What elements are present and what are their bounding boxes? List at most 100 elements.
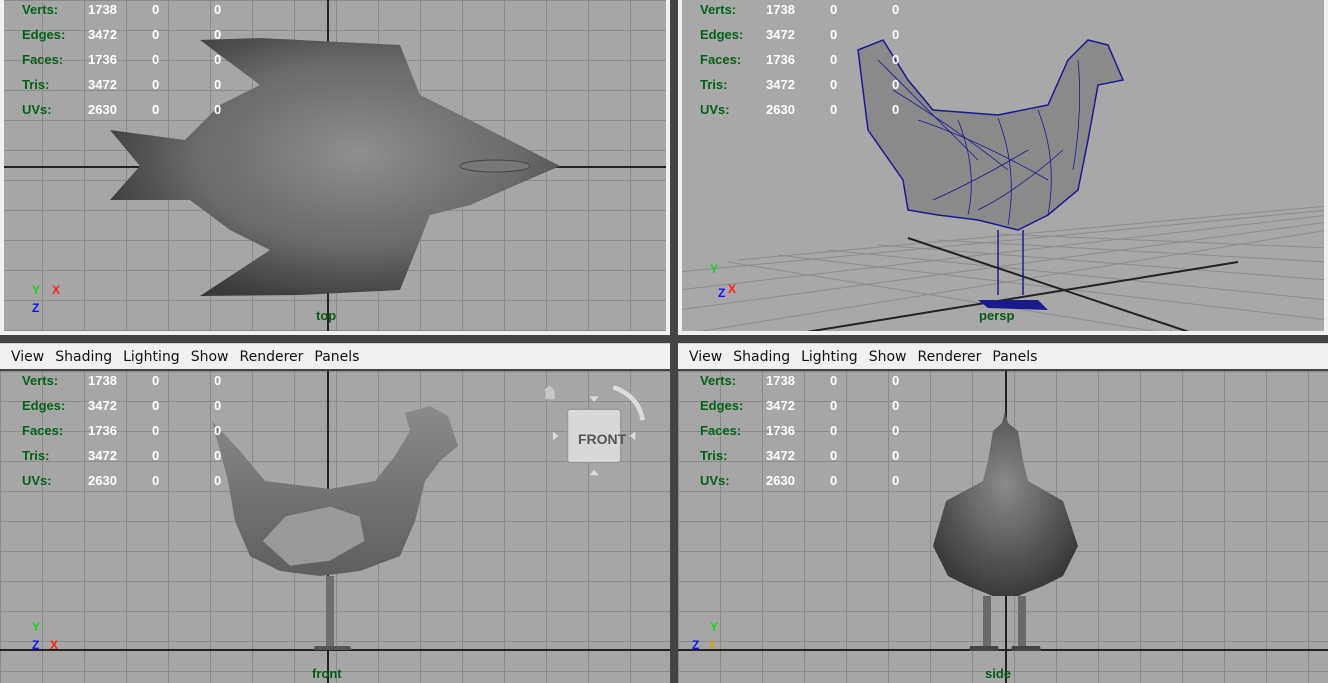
hud-stat-label: UVs:: [22, 102, 52, 117]
viewport-pane-front: View Shading Lighting Show Renderer Pane…: [0, 343, 670, 683]
axis-x-label: X: [728, 282, 737, 296]
hud-stat-value: 0: [152, 2, 160, 17]
viewport-label-front: front: [312, 666, 342, 681]
hud-stat-value: 0: [214, 27, 222, 42]
menu-lighting[interactable]: Lighting: [801, 349, 858, 365]
axis-z-label: Z: [718, 286, 726, 300]
hud-stat-value: 2630: [766, 102, 795, 117]
hud-row-edges: Edges: 3472 0 0: [22, 398, 242, 423]
hud-stat-value: 0: [892, 473, 900, 488]
hud-stat-value: 3472: [88, 77, 117, 92]
poly-count-hud-side: Verts: 1738 0 0 Edges: 3472 0 0 Faces: 1736 0 0 T…: [700, 373, 920, 498]
hud-stat-value: 1738: [766, 373, 795, 388]
hud-stat-value: 0: [830, 373, 838, 388]
hud-stat-value: 0: [214, 398, 222, 413]
hud-stat-value: 0: [152, 102, 160, 117]
hud-stat-value: 3472: [766, 77, 795, 92]
hud-row-uvs: UVs: 2630 0 0: [700, 102, 920, 127]
menu-shading[interactable]: Shading: [733, 349, 790, 365]
axis-gizmo-persp: Y Z X: [710, 262, 750, 302]
hud-stat-value: 0: [214, 77, 222, 92]
menu-panels[interactable]: Panels: [992, 349, 1037, 365]
menu-renderer[interactable]: Renderer: [239, 349, 303, 365]
axis-x-label: X: [708, 638, 717, 652]
axis-gizmo-side: Y Z X: [692, 620, 732, 660]
hud-stat-value: 0: [152, 423, 160, 438]
hud-stat-label: Verts:: [22, 2, 59, 17]
menu-renderer[interactable]: Renderer: [917, 349, 981, 365]
hud-stat-label: Verts:: [700, 373, 737, 388]
hud-stat-value: 0: [892, 77, 900, 92]
axis-y-label: Y: [32, 283, 41, 297]
hud-stat-label: UVs:: [22, 473, 52, 488]
hud-stat-value: 0: [892, 52, 900, 67]
hud-stat-value: 1736: [766, 52, 795, 67]
menu-view[interactable]: View: [689, 349, 722, 365]
hud-row-tris: Tris: 3472 0 0: [700, 77, 920, 102]
hud-stat-label: Edges:: [22, 27, 66, 42]
hud-row-tris: Tris: 3472 0 0: [700, 448, 920, 473]
hud-stat-value: 0: [892, 423, 900, 438]
hud-stat-value: 0: [152, 52, 160, 67]
hud-stat-value: 0: [152, 473, 160, 488]
menu-panels[interactable]: Panels: [314, 349, 359, 365]
hud-stat-value: 2630: [766, 473, 795, 488]
hud-stat-value: 1736: [88, 423, 117, 438]
menu-show[interactable]: Show: [191, 349, 229, 365]
hud-stat-value: 2630: [88, 102, 117, 117]
hud-stat-label: UVs:: [700, 102, 730, 117]
hud-stat-value: 3472: [88, 448, 117, 463]
hud-stat-label: Faces:: [22, 423, 64, 438]
hud-row-verts: Verts: 1738 0 0: [700, 373, 920, 398]
hud-stat-value: 0: [830, 77, 838, 92]
axis-gizmo-top: Y X Z: [30, 283, 70, 323]
hud-stat-label: Faces:: [700, 423, 742, 438]
hud-stat-label: Edges:: [22, 398, 66, 413]
viewport-label-persp: persp: [979, 308, 1015, 323]
axis-x-label: X: [52, 283, 61, 297]
hud-stat-value: 0: [152, 448, 160, 463]
poly-count-hud-persp: Verts: 1738 0 0 Edges: 3472 0 0 Faces: 1736 0 0 T…: [700, 2, 920, 127]
home-icon[interactable]: [543, 385, 555, 391]
menu-shading[interactable]: Shading: [55, 349, 112, 365]
hud-stat-value: 0: [214, 448, 222, 463]
axis-x-label: X: [50, 638, 59, 652]
hud-stat-value: 0: [152, 77, 160, 92]
hud-stat-label: Tris:: [22, 77, 50, 92]
hud-stat-value: 0: [830, 423, 838, 438]
hud-stat-label: Tris:: [700, 77, 728, 92]
hud-stat-value: 3472: [88, 398, 117, 413]
axis-y-label: Y: [32, 620, 41, 634]
view-cube-face-label[interactable]: FRONT: [578, 431, 626, 447]
hud-stat-value: 0: [830, 473, 838, 488]
hud-stat-value: 0: [892, 373, 900, 388]
hud-row-faces: Faces: 1736 0 0: [700, 423, 920, 448]
menu-lighting[interactable]: Lighting: [123, 349, 180, 365]
hud-stat-value: 0: [214, 423, 222, 438]
hud-stat-label: Tris:: [700, 448, 728, 463]
hud-stat-value: 1736: [766, 423, 795, 438]
hud-stat-value: 0: [892, 27, 900, 42]
viewport-label-top: top: [316, 308, 337, 323]
hud-stat-value: 0: [830, 27, 838, 42]
menu-show[interactable]: Show: [869, 349, 907, 365]
hud-stat-value: 0: [830, 398, 838, 413]
hud-stat-value: 0: [152, 373, 160, 388]
hud-stat-label: Tris:: [22, 448, 50, 463]
hud-row-verts: Verts: 1738 0 0: [22, 2, 242, 27]
hud-row-tris: Tris: 3472 0 0: [22, 448, 242, 473]
hud-stat-value: 0: [892, 398, 900, 413]
panel-menubar-front: View Shading Lighting Show Renderer Pane…: [0, 343, 670, 369]
hud-stat-value: 0: [830, 52, 838, 67]
hud-stat-value: 0: [830, 102, 838, 117]
viewport-pane-top: Y X Z top Verts: 1738 0 0 Edges: 3472 0 0 Face…: [0, 0, 670, 335]
hud-stat-value: 0: [214, 473, 222, 488]
axis-z-label: Z: [32, 638, 40, 652]
hud-stat-value: 0: [892, 102, 900, 117]
hud-stat-value: 0: [892, 448, 900, 463]
menu-view[interactable]: View: [11, 349, 44, 365]
hud-stat-value: 0: [214, 52, 222, 67]
hud-stat-value: 1736: [88, 52, 117, 67]
hud-stat-value: 3472: [766, 27, 795, 42]
hud-stat-value: 0: [830, 448, 838, 463]
